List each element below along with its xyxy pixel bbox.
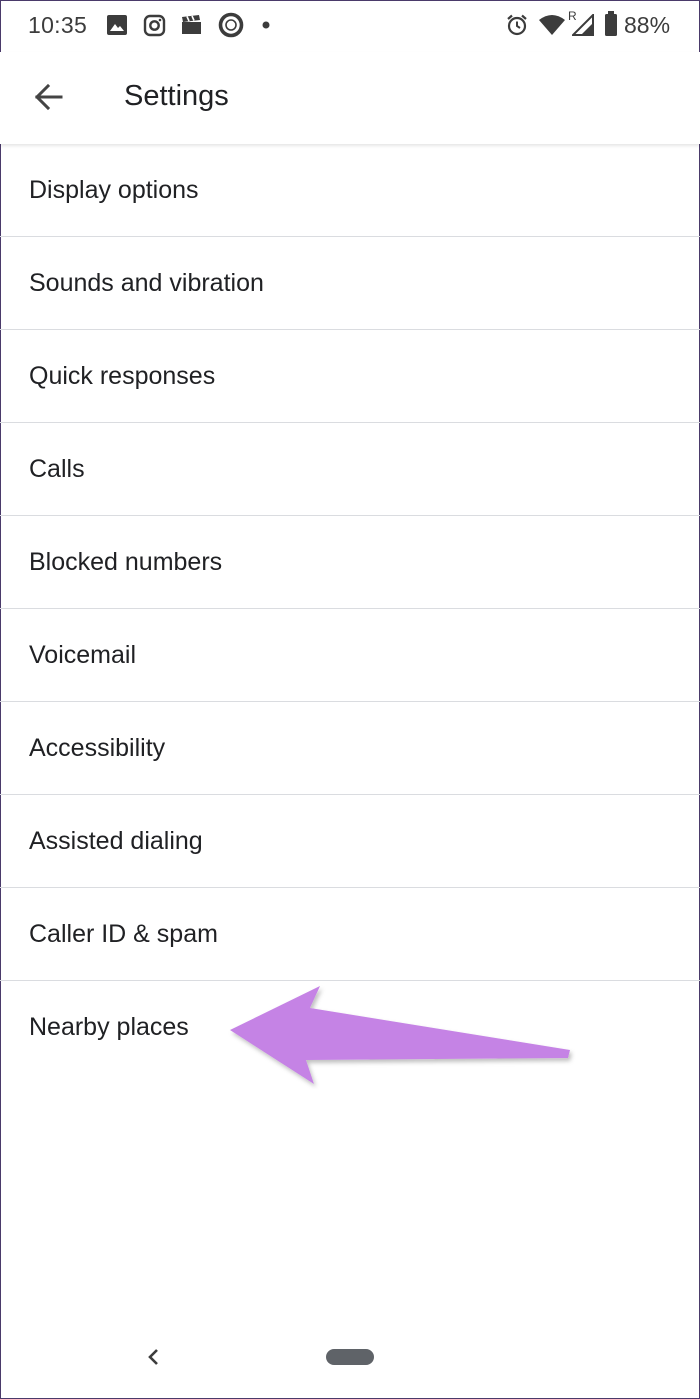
settings-item-label: Accessibility: [29, 733, 166, 762]
settings-item-caller-id-spam[interactable]: Caller ID & spam: [0, 888, 700, 981]
nav-back-icon: [148, 1349, 158, 1365]
settings-item-accessibility[interactable]: Accessibility: [0, 702, 700, 795]
back-button[interactable]: [24, 72, 74, 122]
status-time: 10:35: [28, 12, 88, 38]
settings-item-blocked-numbers[interactable]: Blocked numbers: [0, 516, 700, 609]
home-pill-icon[interactable]: [326, 1349, 374, 1365]
app-bar: Settings: [0, 52, 700, 144]
signal-icon: [572, 14, 594, 36]
alarm-icon: [507, 14, 527, 36]
instagram-icon: [143, 14, 166, 37]
settings-item-label: Nearby places: [29, 1012, 189, 1041]
settings-item-display-options[interactable]: Display options: [0, 144, 700, 237]
page-title: Settings: [124, 80, 229, 112]
image-icon: [107, 15, 127, 35]
settings-item-label: Calls: [29, 454, 85, 483]
settings-item-label: Voicemail: [29, 640, 136, 669]
status-bar: 10:35 R 88%: [0, 0, 700, 52]
settings-item-assisted-dialing[interactable]: Assisted dialing: [0, 795, 700, 888]
circle-app-icon: [218, 12, 244, 38]
pointer-arrow-icon: [230, 986, 570, 1084]
settings-item-label: Sounds and vibration: [29, 268, 264, 297]
settings-list: Display options Sounds and vibration Qui…: [0, 144, 700, 1073]
battery-icon: [605, 11, 617, 36]
settings-item-label: Blocked numbers: [29, 547, 223, 576]
battery-percent: 88%: [624, 12, 671, 38]
settings-item-label: Display options: [29, 175, 199, 204]
settings-item-sounds-and-vibration[interactable]: Sounds and vibration: [0, 237, 700, 330]
settings-item-quick-responses[interactable]: Quick responses: [0, 330, 700, 423]
clapperboard-icon: [182, 15, 201, 34]
settings-item-label: Assisted dialing: [29, 826, 203, 855]
nav-back-button[interactable]: [142, 1343, 166, 1371]
settings-item-label: Quick responses: [29, 361, 216, 390]
dot-icon: [262, 21, 270, 29]
settings-item-label: Caller ID & spam: [29, 919, 218, 948]
settings-item-calls[interactable]: Calls: [0, 423, 700, 516]
arrow-back-icon: [34, 83, 63, 111]
wifi-icon: [539, 15, 565, 35]
settings-item-voicemail[interactable]: Voicemail: [0, 609, 700, 702]
